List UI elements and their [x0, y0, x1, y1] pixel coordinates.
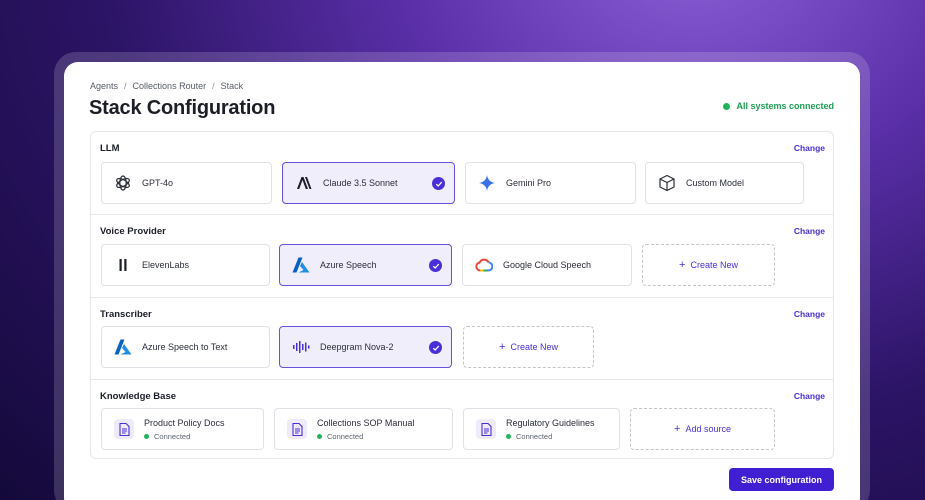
section-voice-provider: Voice Provider Change ElevenLabs Azure S…	[91, 215, 833, 298]
connected-dot-icon	[144, 433, 149, 439]
card-label: Custom Model	[686, 178, 745, 188]
create-new-label: Create New	[690, 260, 738, 270]
plus-icon: +	[499, 341, 506, 353]
voice-card-google-cloud-speech[interactable]: Google Cloud Speech	[462, 244, 632, 286]
llm-card-gemini[interactable]: Gemini Pro	[465, 162, 636, 204]
transcriber-card-azure-stt[interactable]: Azure Speech to Text	[101, 326, 270, 368]
page-title: Stack Configuration	[89, 97, 276, 119]
card-label: Gemini Pro	[506, 178, 552, 188]
plus-icon: +	[679, 259, 686, 271]
stack-config-panel: Agents / Collections Router / Stack Stac…	[64, 62, 860, 500]
section-title-llm: LLM	[100, 143, 120, 154]
document-icon	[287, 419, 307, 439]
selected-check-icon	[429, 341, 442, 354]
card-label: ElevenLabs	[142, 260, 190, 270]
status-dot-icon	[723, 102, 731, 110]
llm-card-gpt4o[interactable]: GPT-4o	[101, 162, 272, 204]
breadcrumb-agents[interactable]: Agents	[90, 81, 118, 91]
deepgram-waveform-icon	[292, 338, 310, 356]
google-cloud-icon	[475, 256, 493, 274]
section-title-kb: Knowledge Base	[100, 391, 177, 402]
section-transcriber: Transcriber Change Azure Speech to Text	[91, 298, 833, 380]
selected-check-icon	[429, 259, 442, 272]
status-label: All systems connected	[736, 101, 834, 111]
llm-change-button[interactable]: Change	[794, 143, 825, 153]
azure-icon	[292, 256, 310, 274]
kb-item-label: Product Policy Docs	[144, 417, 225, 428]
selected-check-icon	[432, 177, 445, 190]
status-indicator: All systems connected	[723, 101, 834, 111]
voice-create-new-button[interactable]: + Create New	[642, 244, 775, 286]
kb-item-collections-sop[interactable]: Collections SOP Manual Connected	[274, 408, 453, 450]
transcriber-create-new-button[interactable]: + Create New	[463, 326, 594, 368]
card-label: Deepgram Nova-2	[320, 342, 394, 352]
card-label: Azure Speech to Text	[142, 342, 228, 352]
kb-item-regulatory[interactable]: Regulatory Guidelines Connected	[463, 408, 620, 450]
azure-icon	[114, 338, 132, 356]
stack-sections: LLM Change GPT-4o Claude 3.5 Sonnet Gemi…	[90, 131, 834, 459]
voice-card-azure-speech[interactable]: Azure Speech	[279, 244, 452, 286]
plus-icon: +	[674, 423, 681, 435]
add-source-label: Add source	[685, 424, 731, 434]
connected-dot-icon	[506, 433, 511, 439]
kb-item-product-policy[interactable]: Product Policy Docs Connected	[101, 408, 264, 450]
voice-change-button[interactable]: Change	[794, 226, 825, 236]
create-new-label: Create New	[510, 342, 558, 352]
card-label: Azure Speech	[320, 260, 377, 270]
gemini-icon	[478, 174, 496, 192]
cube-icon	[658, 174, 676, 192]
document-icon	[114, 419, 134, 439]
kb-item-status: Connected	[516, 431, 553, 441]
kb-item-label: Collections SOP Manual	[317, 417, 415, 428]
breadcrumb-collections-router[interactable]: Collections Router	[133, 81, 207, 91]
kb-change-button[interactable]: Change	[794, 391, 825, 401]
llm-card-claude[interactable]: Claude 3.5 Sonnet	[282, 162, 455, 204]
elevenlabs-icon	[114, 256, 132, 274]
card-label: GPT-4o	[142, 178, 174, 188]
card-label: Google Cloud Speech	[503, 260, 592, 270]
section-title-voice: Voice Provider	[100, 226, 166, 237]
document-icon	[476, 419, 496, 439]
transcriber-change-button[interactable]: Change	[794, 309, 825, 319]
connected-dot-icon	[317, 433, 322, 439]
save-configuration-button[interactable]: Save configuration	[729, 468, 834, 491]
section-knowledge-base: Knowledge Base Change Product Policy Doc…	[91, 380, 833, 458]
transcriber-card-deepgram[interactable]: Deepgram Nova-2	[279, 326, 452, 368]
anthropic-icon	[295, 174, 313, 192]
kb-item-status: Connected	[154, 431, 191, 441]
voice-card-elevenlabs[interactable]: ElevenLabs	[101, 244, 270, 286]
kb-item-label: Regulatory Guidelines	[506, 417, 595, 428]
llm-card-custom-model[interactable]: Custom Model	[645, 162, 804, 204]
breadcrumb: Agents / Collections Router / Stack	[90, 81, 244, 91]
section-llm: LLM Change GPT-4o Claude 3.5 Sonnet Gemi…	[91, 132, 833, 215]
section-title-transcriber: Transcriber	[100, 309, 152, 320]
kb-add-source-button[interactable]: + Add source	[630, 408, 775, 450]
breadcrumb-stack: Stack	[220, 81, 244, 91]
card-label: Claude 3.5 Sonnet	[323, 178, 398, 188]
openai-icon	[114, 174, 132, 192]
kb-item-status: Connected	[327, 431, 364, 441]
